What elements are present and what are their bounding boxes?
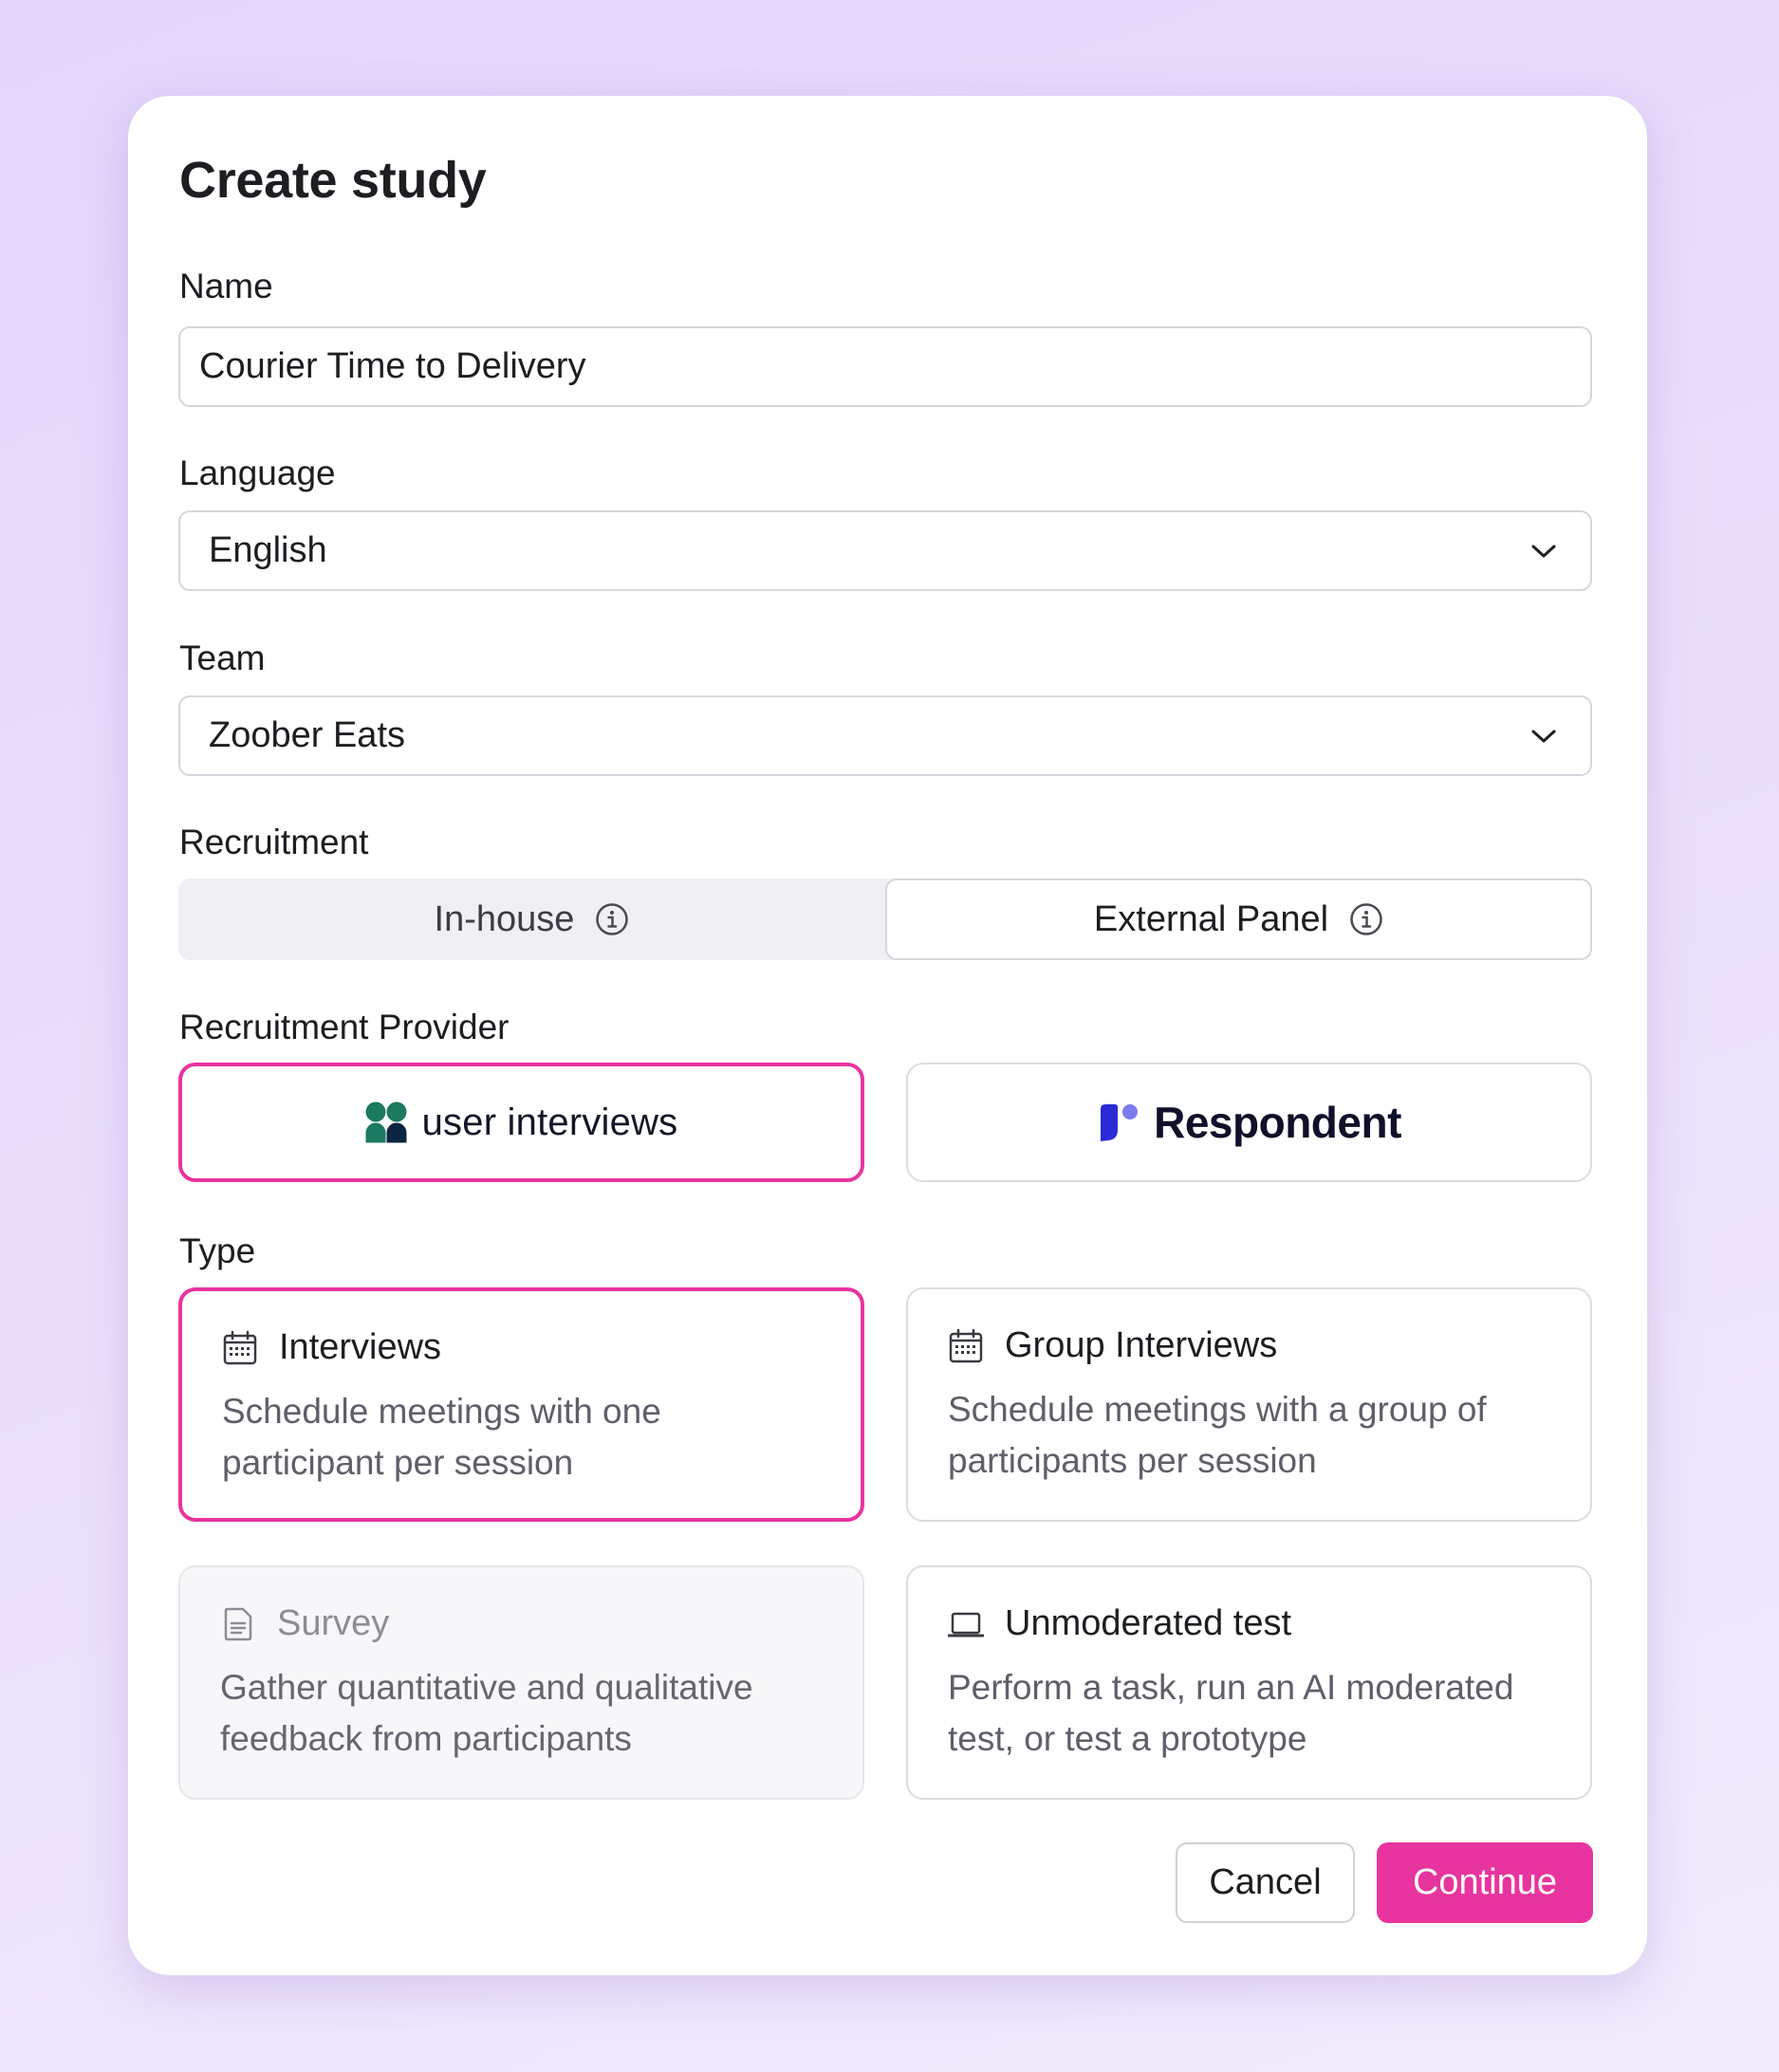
recruitment-segmented-control: In-house External Panel bbox=[178, 879, 1592, 960]
calendar-icon bbox=[949, 1328, 983, 1362]
user-interviews-logo-icon bbox=[365, 1101, 407, 1143]
create-study-dialog: Create study Name Courier Time to Delive… bbox=[128, 96, 1647, 1975]
recruitment-label: Recruitment bbox=[179, 823, 369, 861]
info-icon[interactable] bbox=[1349, 902, 1383, 936]
type-option-description: Gather quantitative and qualitative feed… bbox=[220, 1668, 753, 1758]
type-label: Type bbox=[179, 1231, 256, 1270]
type-option-interviews[interactable]: Interviews Schedule meetings with one pa… bbox=[178, 1287, 864, 1522]
name-input[interactable]: Courier Time to Delivery bbox=[178, 326, 1592, 407]
recruitment-option-label: External Panel bbox=[1093, 898, 1329, 939]
language-select[interactable]: English bbox=[178, 510, 1592, 591]
type-option-title: Interviews bbox=[279, 1327, 442, 1367]
type-option-survey: Survey Gather quantitative and qualitati… bbox=[178, 1565, 864, 1800]
chevron-down-icon bbox=[1531, 545, 1556, 557]
info-icon[interactable] bbox=[595, 902, 629, 936]
type-option-group-interviews[interactable]: Group Interviews Schedule meetings with … bbox=[906, 1287, 1592, 1522]
continue-button[interactable]: Continue bbox=[1377, 1842, 1593, 1923]
recruitment-option-external-panel[interactable]: External Panel bbox=[885, 879, 1592, 960]
document-icon bbox=[224, 1607, 252, 1640]
provider-label: Recruitment Provider bbox=[179, 1008, 510, 1046]
language-select-value: English bbox=[209, 530, 327, 570]
type-option-unmoderated-test[interactable]: Unmoderated test Perform a task, run an … bbox=[906, 1565, 1592, 1800]
provider-name: Respondent bbox=[1154, 1098, 1401, 1147]
provider-name: user interviews bbox=[421, 1101, 678, 1143]
recruitment-option-label: In-house bbox=[434, 898, 575, 939]
recruitment-option-in-house[interactable]: In-house bbox=[178, 879, 885, 960]
team-label: Team bbox=[179, 638, 266, 677]
provider-option-respondent[interactable]: Respondent bbox=[906, 1063, 1592, 1182]
name-label: Name bbox=[179, 267, 273, 305]
respondent-logo-icon bbox=[1101, 1104, 1139, 1141]
laptop-icon bbox=[948, 1612, 984, 1637]
calendar-icon bbox=[223, 1330, 257, 1364]
chevron-down-icon bbox=[1531, 730, 1556, 742]
type-option-title: Unmoderated test bbox=[1005, 1603, 1292, 1643]
dialog-title: Create study bbox=[179, 152, 487, 209]
type-option-description: Schedule meetings with one participant p… bbox=[222, 1392, 661, 1482]
provider-option-user-interviews[interactable]: user interviews bbox=[178, 1063, 864, 1182]
name-input-value: Courier Time to Delivery bbox=[199, 346, 586, 386]
type-option-title: Group Interviews bbox=[1005, 1325, 1278, 1365]
type-option-title: Survey bbox=[277, 1603, 390, 1643]
team-select[interactable]: Zoober Eats bbox=[178, 695, 1592, 776]
cancel-button[interactable]: Cancel bbox=[1176, 1842, 1355, 1923]
type-option-description: Schedule meetings with a group of partic… bbox=[948, 1390, 1487, 1480]
language-label: Language bbox=[179, 453, 336, 492]
type-option-description: Perform a task, run an AI moderated test… bbox=[948, 1668, 1514, 1758]
team-select-value: Zoober Eats bbox=[209, 715, 405, 755]
